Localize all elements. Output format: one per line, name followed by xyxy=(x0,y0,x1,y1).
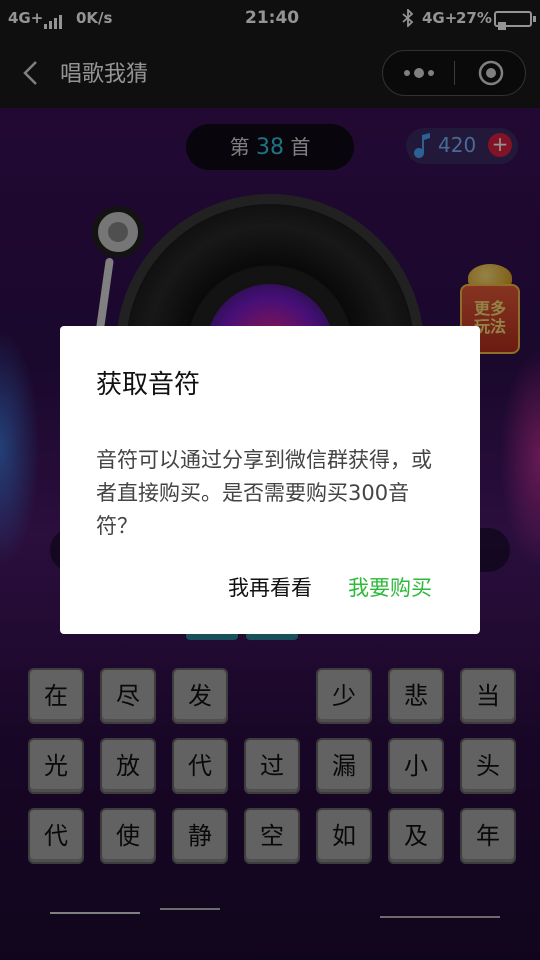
stage-glow-left xyxy=(0,328,40,568)
purchase-dialog: 获取音符 音符可以通过分享到微信群获得，或者直接购买。是否需要购买300音符？ … xyxy=(60,326,480,634)
key[interactable]: 少 xyxy=(316,668,372,724)
key[interactable]: 及 xyxy=(388,808,444,864)
key[interactable]: 代 xyxy=(28,808,84,864)
add-coins-button[interactable]: + xyxy=(488,133,512,157)
round-indicator: 第 38 首 xyxy=(186,124,354,170)
key[interactable]: 光 xyxy=(28,738,84,794)
network-speed: 0K/s xyxy=(76,9,113,27)
battery-icon xyxy=(494,11,536,30)
bluetooth-icon xyxy=(401,7,415,31)
more-dots-icon xyxy=(404,68,434,78)
key[interactable]: 悲 xyxy=(388,668,444,724)
signal-icon xyxy=(44,11,64,29)
back-button[interactable] xyxy=(16,56,46,90)
key[interactable]: 当 xyxy=(460,668,516,724)
key[interactable]: 年 xyxy=(460,808,516,864)
round-prefix: 第 xyxy=(229,135,250,159)
key[interactable]: 代 xyxy=(172,738,228,794)
chevron-left-icon xyxy=(23,61,37,85)
coins-count: 420 xyxy=(438,133,477,157)
battery-percent: 27% xyxy=(456,9,492,27)
key[interactable]: 小 xyxy=(388,738,444,794)
nav-bar: 唱歌我猜 xyxy=(0,38,540,108)
mini-program-capsule xyxy=(382,50,526,96)
close-button[interactable] xyxy=(455,51,527,95)
decoration-line xyxy=(50,912,140,914)
music-note-icon xyxy=(414,132,434,164)
key[interactable]: 发 xyxy=(172,668,228,724)
more-button[interactable] xyxy=(383,51,455,95)
page-title: 唱歌我猜 xyxy=(60,62,149,87)
cancel-button[interactable]: 我再看看 xyxy=(228,572,312,602)
dialog-title: 获取音符 xyxy=(96,370,201,400)
key[interactable]: 如 xyxy=(316,808,372,864)
key[interactable]: 放 xyxy=(100,738,156,794)
key[interactable]: 在 xyxy=(28,668,84,724)
status-bar: 4G+ 0K/s 21:40 4G+ 27% xyxy=(0,0,540,38)
stage-glow-right xyxy=(500,348,540,568)
clock: 21:40 xyxy=(245,8,300,28)
network-type: 4G+ xyxy=(8,9,44,27)
key[interactable]: 漏 xyxy=(316,738,372,794)
network-type-2: 4G+ xyxy=(422,9,458,27)
decoration-line xyxy=(160,908,220,910)
key[interactable]: 尽 xyxy=(100,668,156,724)
key[interactable]: 空 xyxy=(244,808,300,864)
round-suffix: 首 xyxy=(290,135,311,159)
decoration-line xyxy=(380,916,500,918)
round-number: 38 xyxy=(256,135,284,160)
dialog-message: 音符可以通过分享到微信群获得，或者直接购买。是否需要购买300音符？ xyxy=(96,448,432,538)
coins-pill[interactable]: 420 + xyxy=(406,128,518,164)
key[interactable]: 过 xyxy=(244,738,300,794)
key[interactable]: 使 xyxy=(100,808,156,864)
key[interactable]: 静 xyxy=(172,808,228,864)
key[interactable]: 头 xyxy=(460,738,516,794)
bottom-decoration xyxy=(0,896,540,960)
tonearm-pivot xyxy=(92,206,144,258)
confirm-buy-button[interactable]: 我要购买 xyxy=(348,572,432,602)
target-close-icon xyxy=(478,60,504,86)
